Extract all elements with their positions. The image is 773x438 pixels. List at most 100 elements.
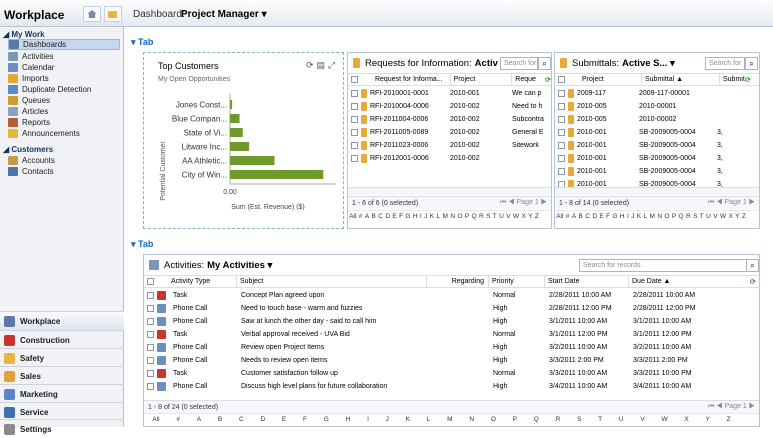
alpha-filter-letter[interactable]: H xyxy=(412,213,419,220)
sidebar-item-activities[interactable]: Activities xyxy=(8,51,120,62)
alpha-filter-letter[interactable]: K xyxy=(429,213,436,220)
home-button[interactable] xyxy=(83,6,101,22)
alpha-filter-letter[interactable]: N xyxy=(656,213,663,220)
sidebar-item-contacts[interactable]: Contacts xyxy=(8,166,120,177)
alpha-filter-letter[interactable]: A xyxy=(196,416,203,423)
row-checkbox[interactable] xyxy=(351,129,358,136)
tab-1-header[interactable]: ▾ Tab xyxy=(131,37,153,48)
row-checkbox[interactable] xyxy=(558,155,565,162)
alpha-filter-letter[interactable]: H xyxy=(619,213,626,220)
alpha-filter-letter[interactable]: S xyxy=(692,213,699,220)
column-header[interactable]: Request for Informa... xyxy=(372,73,450,86)
column-header[interactable]: Project xyxy=(449,73,512,86)
chart-bar[interactable] xyxy=(230,156,275,165)
alpha-filter-letter[interactable]: M xyxy=(441,213,449,220)
row-checkbox[interactable] xyxy=(558,129,565,136)
sidebar-item-imports[interactable]: Imports xyxy=(8,73,120,84)
rfi-pager[interactable]: ⏮ ◀ Page 1 ▶ xyxy=(500,199,547,207)
table-row[interactable]: Phone Call Need to touch base - warm and … xyxy=(144,302,759,315)
alpha-filter-letter[interactable]: W xyxy=(719,213,728,220)
alpha-filter-letter[interactable]: E xyxy=(281,416,288,423)
alpha-filter-letter[interactable]: E xyxy=(391,213,398,220)
alpha-filter-letter[interactable]: G xyxy=(404,213,411,220)
sidebar-item-reports[interactable]: Reports xyxy=(8,117,120,128)
alpha-filter-letter[interactable]: W xyxy=(512,213,521,220)
my-work-section[interactable]: ◢ My Work xyxy=(3,30,45,39)
search-icon[interactable]: ⌕ xyxy=(538,57,551,70)
alpha-filter-letter[interactable]: O xyxy=(456,213,463,220)
table-row[interactable]: 2010-005 2010-00002 xyxy=(555,113,759,126)
alpha-filter-letter[interactable]: O xyxy=(490,416,497,423)
select-all-checkbox[interactable] xyxy=(351,76,358,83)
column-header[interactable]: Reque xyxy=(511,73,545,86)
alpha-filter-letter[interactable]: B xyxy=(577,213,584,220)
table-row[interactable]: RFI-2010001-0001 2010-001 We can p xyxy=(348,87,551,100)
alpha-filter-letter[interactable]: B xyxy=(217,416,224,423)
rfi-search-input[interactable]: Search for xyxy=(500,57,538,70)
select-all-checkbox[interactable] xyxy=(558,76,565,83)
search-icon[interactable]: ⌕ xyxy=(745,57,758,70)
alpha-filter-letter[interactable]: C xyxy=(584,213,591,220)
alpha-filter-letter[interactable]: W xyxy=(660,416,669,423)
alpha-filter-letter[interactable]: Q xyxy=(677,213,684,220)
table-row[interactable]: RFI-2011005-0089 2010-002 General E xyxy=(348,126,551,139)
table-row[interactable]: 2010-001 SB-2009005-0004 3, xyxy=(555,126,759,139)
alpha-filter-letter[interactable]: P xyxy=(464,213,471,220)
chart-bar[interactable] xyxy=(230,100,233,109)
row-checkbox[interactable] xyxy=(351,103,358,110)
dashboard-selector[interactable]: Project Manager ▾ xyxy=(181,9,267,20)
row-checkbox[interactable] xyxy=(558,103,565,110)
area-construction[interactable]: Construction xyxy=(0,330,124,349)
search-icon[interactable]: ⌕ xyxy=(746,259,759,272)
activities-search-input[interactable]: Search for records xyxy=(579,259,747,272)
alpha-filter-letter[interactable]: A xyxy=(571,213,578,220)
alpha-filter-letter[interactable]: F xyxy=(302,416,308,423)
select-all-checkbox[interactable] xyxy=(147,278,154,285)
area-sales[interactable]: Sales xyxy=(0,366,124,385)
alpha-filter-letter[interactable]: C xyxy=(377,213,384,220)
alpha-filter-letter[interactable]: G xyxy=(323,416,330,423)
row-checkbox[interactable] xyxy=(147,344,154,351)
table-row[interactable]: RFI-2011023-0006 2010-002 Sitework xyxy=(348,139,551,152)
alpha-filter-letter[interactable]: P xyxy=(671,213,678,220)
alpha-filter-letter[interactable]: Y xyxy=(734,213,741,220)
alpha-filter-letter[interactable]: X xyxy=(683,416,690,423)
alpha-filter-letter[interactable]: Z xyxy=(725,416,731,423)
alpha-filter-letter[interactable]: L xyxy=(426,416,432,423)
alpha-filter-letter[interactable]: J xyxy=(384,416,390,423)
alpha-filter-letter[interactable]: All xyxy=(151,416,161,423)
rfi-view-selector[interactable]: Activ xyxy=(475,58,498,69)
alpha-filter-letter[interactable]: R xyxy=(478,213,485,220)
row-checkbox[interactable] xyxy=(147,305,154,312)
sidebar-item-calendar[interactable]: Calendar xyxy=(8,62,120,73)
table-row[interactable]: 2009-117 2009-117-00001 xyxy=(555,87,759,100)
tab-2-header[interactable]: ▾ Tab xyxy=(131,239,153,250)
activities-view-selector[interactable]: My Activities ▾ xyxy=(207,260,272,271)
alpha-filter-letter[interactable]: V xyxy=(712,213,719,220)
sidebar-item-queues[interactable]: Queues xyxy=(8,95,120,106)
table-row[interactable]: RFI-2011004-0006 2010-002 Subcontra xyxy=(348,113,551,126)
horizontal-scrollbar[interactable] xyxy=(348,187,551,195)
alpha-filter-letter[interactable]: Z xyxy=(741,213,747,220)
column-header[interactable]: Submittal ▲ xyxy=(641,73,719,86)
area-safety[interactable]: Safety xyxy=(0,348,124,367)
table-row[interactable]: Task Customer satisfaction follow up Norma… xyxy=(144,367,759,380)
table-row[interactable]: 2010-001 SB-2009005-0004 3, xyxy=(555,152,759,165)
alpha-filter-letter[interactable]: V xyxy=(505,213,512,220)
column-header[interactable]: Regarding xyxy=(426,275,488,288)
rfi-alpha-index[interactable]: All # A B C D E F G H I J K L M N O P Q R S T U V W X Y Z xyxy=(348,210,551,222)
sidebar-item-dashboards[interactable]: Dashboards xyxy=(8,39,120,50)
row-checkbox[interactable] xyxy=(147,357,154,364)
table-row[interactable]: Task Verbal approval received - UVA Bid No… xyxy=(144,328,759,341)
refresh-icon[interactable]: ⟳ xyxy=(745,76,751,84)
table-row[interactable]: Phone Call Review open Project Items High 3… xyxy=(144,341,759,354)
row-checkbox[interactable] xyxy=(147,292,154,299)
alpha-filter-letter[interactable]: G xyxy=(611,213,618,220)
alpha-filter-letter[interactable]: D xyxy=(384,213,391,220)
table-row[interactable]: 2010-005 2010-00001 xyxy=(555,100,759,113)
alpha-filter-letter[interactable]: All xyxy=(555,213,565,220)
alpha-filter-letter[interactable]: E xyxy=(598,213,605,220)
alpha-filter-letter[interactable]: D xyxy=(591,213,598,220)
table-row[interactable]: Phone Call Needs to review open items High… xyxy=(144,354,759,367)
column-header[interactable]: Due Date ▲ xyxy=(628,275,750,288)
